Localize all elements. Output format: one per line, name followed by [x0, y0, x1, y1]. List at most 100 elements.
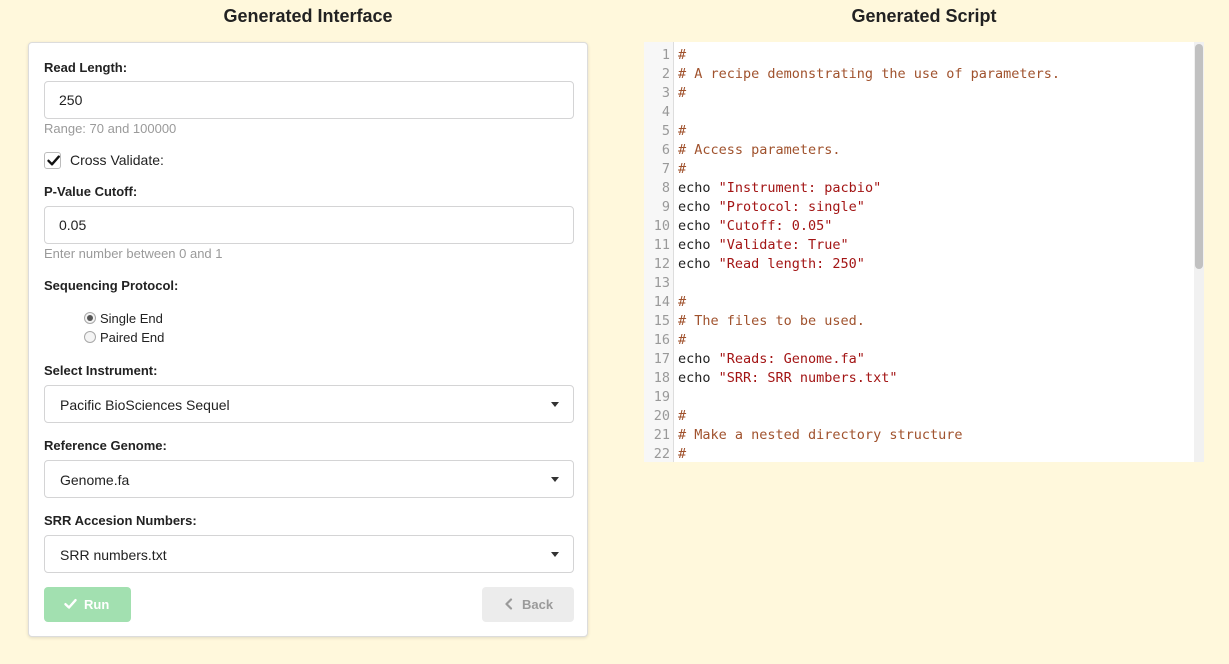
chevron-down-icon	[551, 477, 559, 482]
back-button[interactable]: Back	[482, 587, 574, 622]
code-comment: # Access parameters.	[678, 142, 841, 158]
script-editor[interactable]: 1 #2 # A recipe demonstrating the use of p…	[644, 42, 1204, 462]
form-panel: Read Length: Range: 70 and 100000 Cross …	[28, 42, 588, 637]
line-code: # A recipe demonstrating the use of para…	[678, 65, 1060, 84]
reference-value: Genome.fa	[60, 472, 130, 488]
code-comment: # Make a nested directory structure	[678, 427, 963, 443]
instrument-select[interactable]: Pacific BioSciences Sequel	[44, 385, 574, 423]
code-comment: #	[678, 408, 687, 424]
protocol-label: Sequencing Protocol:	[44, 278, 179, 293]
paired-end-radio[interactable]	[84, 331, 96, 343]
code-keyword: echo	[678, 237, 719, 253]
code-keyword: echo	[678, 180, 719, 196]
code-comment: #	[678, 446, 687, 462]
line-number: 20	[653, 408, 670, 424]
code-string: "Cutoff: 0.05"	[718, 218, 833, 234]
line-number: 9	[661, 199, 670, 215]
run-button-label: Run	[84, 597, 110, 612]
line-code: # The files to be used.	[678, 312, 865, 331]
read-length-input[interactable]	[44, 81, 574, 119]
line-number: 22	[653, 446, 670, 462]
line-number: 3	[661, 85, 670, 101]
chevron-down-icon	[551, 402, 559, 407]
code-comment: #	[678, 85, 687, 101]
cross-validate-label: Cross Validate:	[70, 152, 164, 168]
line-number: 8	[661, 180, 670, 196]
line-code: #	[678, 84, 686, 103]
code-string: "Validate: True"	[718, 237, 849, 253]
line-code: echo "Instrument: pacbio"	[678, 179, 881, 198]
line-code: echo "Cutoff: 0.05"	[678, 217, 832, 236]
code-comment: # A recipe demonstrating the use of para…	[678, 66, 1061, 82]
line-code: echo "Validate: True"	[678, 236, 849, 255]
code-comment: #	[678, 332, 687, 348]
line-number: 7	[661, 161, 670, 177]
srr-select[interactable]: SRR numbers.txt	[44, 535, 574, 573]
reference-label: Reference Genome:	[44, 438, 167, 453]
line-number: 17	[653, 351, 670, 367]
srr-label: SRR Accesion Numbers:	[44, 513, 197, 528]
cross-validate-checkbox[interactable]	[44, 152, 61, 169]
line-code: echo "Reads: Genome.fa"	[678, 350, 865, 369]
code-keyword: echo	[678, 351, 719, 367]
line-number: 11	[653, 237, 670, 253]
line-code: echo "Read length: 250"	[678, 255, 865, 274]
line-number: 19	[653, 389, 670, 405]
line-code: echo "Protocol: single"	[678, 198, 865, 217]
single-end-label: Single End	[100, 311, 163, 326]
line-code: #	[678, 445, 686, 462]
instrument-label: Select Instrument:	[44, 363, 158, 378]
line-number: 15	[653, 313, 670, 329]
chevron-left-icon	[505, 598, 513, 610]
checkmark-icon	[64, 599, 77, 609]
code-comment: #	[678, 47, 687, 63]
single-end-radio[interactable]	[84, 312, 96, 324]
code-keyword: echo	[678, 218, 719, 234]
line-code: # Make a nested directory structure	[678, 426, 962, 445]
script-heading: Generated Script	[851, 6, 997, 26]
line-code: echo "SRR: SRR numbers.txt"	[678, 369, 897, 388]
line-code: #	[678, 293, 686, 312]
code-string: "SRR: SRR numbers.txt"	[718, 370, 898, 386]
chevron-down-icon	[551, 552, 559, 557]
line-number: 6	[661, 142, 670, 158]
srr-value: SRR numbers.txt	[60, 547, 167, 563]
interface-heading: Generated Interface	[223, 6, 393, 26]
line-number: 18	[653, 370, 670, 386]
line-code: #	[678, 46, 686, 65]
paired-end-label: Paired End	[100, 330, 165, 345]
code-keyword: echo	[678, 199, 719, 215]
pvalue-input[interactable]	[44, 206, 574, 244]
pvalue-label: P-Value Cutoff:	[44, 184, 138, 199]
line-code: #	[678, 331, 686, 350]
line-number: 13	[653, 275, 670, 291]
line-code: #	[678, 160, 686, 179]
instrument-value: Pacific BioSciences Sequel	[60, 397, 230, 413]
code-comment: #	[678, 294, 687, 310]
back-button-label: Back	[522, 597, 554, 612]
run-button[interactable]: Run	[44, 587, 131, 622]
code-string: "Reads: Genome.fa"	[718, 351, 865, 367]
code-keyword: echo	[678, 256, 719, 272]
editor-scrollbar-thumb[interactable]	[1195, 44, 1203, 269]
line-number: 1	[661, 47, 670, 63]
pvalue-hint: Enter number between 0 and 1	[44, 246, 223, 261]
line-number: 12	[653, 256, 670, 272]
checkmark-icon	[47, 155, 60, 166]
code-comment: # The files to be used.	[678, 313, 865, 329]
code-comment: #	[678, 123, 687, 139]
line-code: #	[678, 407, 686, 426]
line-number: 2	[661, 66, 670, 82]
code-string: "Instrument: pacbio"	[718, 180, 882, 196]
line-code: # Access parameters.	[678, 141, 841, 160]
line-number: 14	[653, 294, 670, 310]
code-string: "Protocol: single"	[718, 199, 865, 215]
line-number: 5	[661, 123, 670, 139]
line-number: 10	[653, 218, 670, 234]
read-length-hint: Range: 70 and 100000	[44, 121, 177, 136]
reference-select[interactable]: Genome.fa	[44, 460, 574, 498]
read-length-label: Read Length:	[44, 60, 128, 75]
code-comment: #	[678, 161, 687, 177]
line-number: 16	[653, 332, 670, 348]
line-number: 4	[661, 104, 670, 120]
